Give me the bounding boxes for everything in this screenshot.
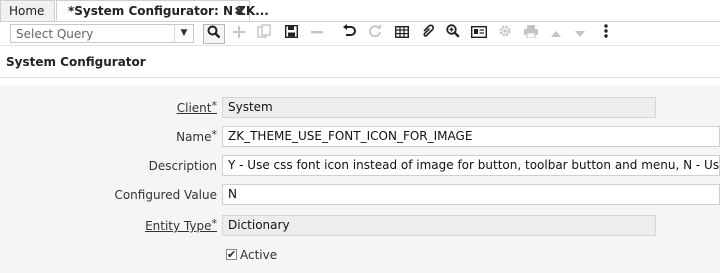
entity-type-field: Dictionary [222,215,656,236]
active-row: ✔ Active [0,243,720,271]
description-row: Description Y - Use css font icon instea… [0,153,720,181]
delete-icon[interactable] [307,24,327,44]
configured-value-row: Configured Value N [0,182,720,210]
client-row: Client* System [0,95,720,123]
zoom-icon[interactable] [443,24,463,44]
name-row: Name* ZK_THEME_USE_FONT_ICON_FOR_IMAGE [0,124,720,152]
close-icon[interactable]: ✖ [234,1,244,22]
toolbar-divider [0,45,720,46]
active-label[interactable]: Active [240,248,277,262]
report-icon[interactable] [469,24,489,44]
print-icon[interactable] [521,24,541,44]
refresh-icon[interactable] [365,24,385,44]
tab-bar: Home *System Configurator: N ZK... ✖ [0,0,720,22]
required-marker: * [211,128,218,141]
undo-icon[interactable] [339,24,359,44]
client-label[interactable]: Client* [177,99,218,115]
more-icon[interactable] [596,24,616,44]
window-title-divider [0,77,720,78]
entity-type-label[interactable]: Entity Type* [145,217,218,233]
required-marker: * [211,217,218,230]
select-query-combobox[interactable]: ▼ [10,24,194,43]
configured-value-field[interactable]: N [222,184,720,205]
name-field[interactable]: ZK_THEME_USE_FONT_ICON_FOR_IMAGE [222,126,720,147]
tab-system-configurator[interactable]: *System Configurator: N ZK... ✖ [56,0,269,22]
tab-home-label: Home [9,4,45,18]
save-icon[interactable] [281,24,301,44]
window-title: System Configurator [6,55,146,69]
description-field[interactable]: Y - Use css font icon instead of image f… [222,155,720,176]
toolbar: ▼ [0,22,720,46]
detail-form: Client* System Name* ZK_THEME_USE_FONT_I… [0,85,720,273]
tab-home[interactable]: Home [0,0,55,21]
copy-record-icon[interactable] [254,24,274,44]
name-label: Name* [176,128,218,144]
configured-value-label: Configured Value [114,188,217,202]
process-icon[interactable] [495,24,515,44]
required-marker: * [211,99,218,112]
select-query-input[interactable] [16,26,176,42]
next-record-icon[interactable] [570,24,590,44]
new-record-icon[interactable] [229,24,249,44]
entity-type-row: Entity Type* Dictionary [0,213,720,241]
previous-record-icon[interactable] [546,24,566,44]
grid-toggle-icon[interactable] [392,24,412,44]
description-label: Description [148,159,217,173]
active-checkbox[interactable]: ✔ [226,249,237,260]
attachment-icon[interactable] [418,24,438,44]
chevron-down-icon[interactable]: ▼ [174,25,193,42]
client-field: System [222,97,656,118]
search-icon[interactable] [203,24,225,44]
